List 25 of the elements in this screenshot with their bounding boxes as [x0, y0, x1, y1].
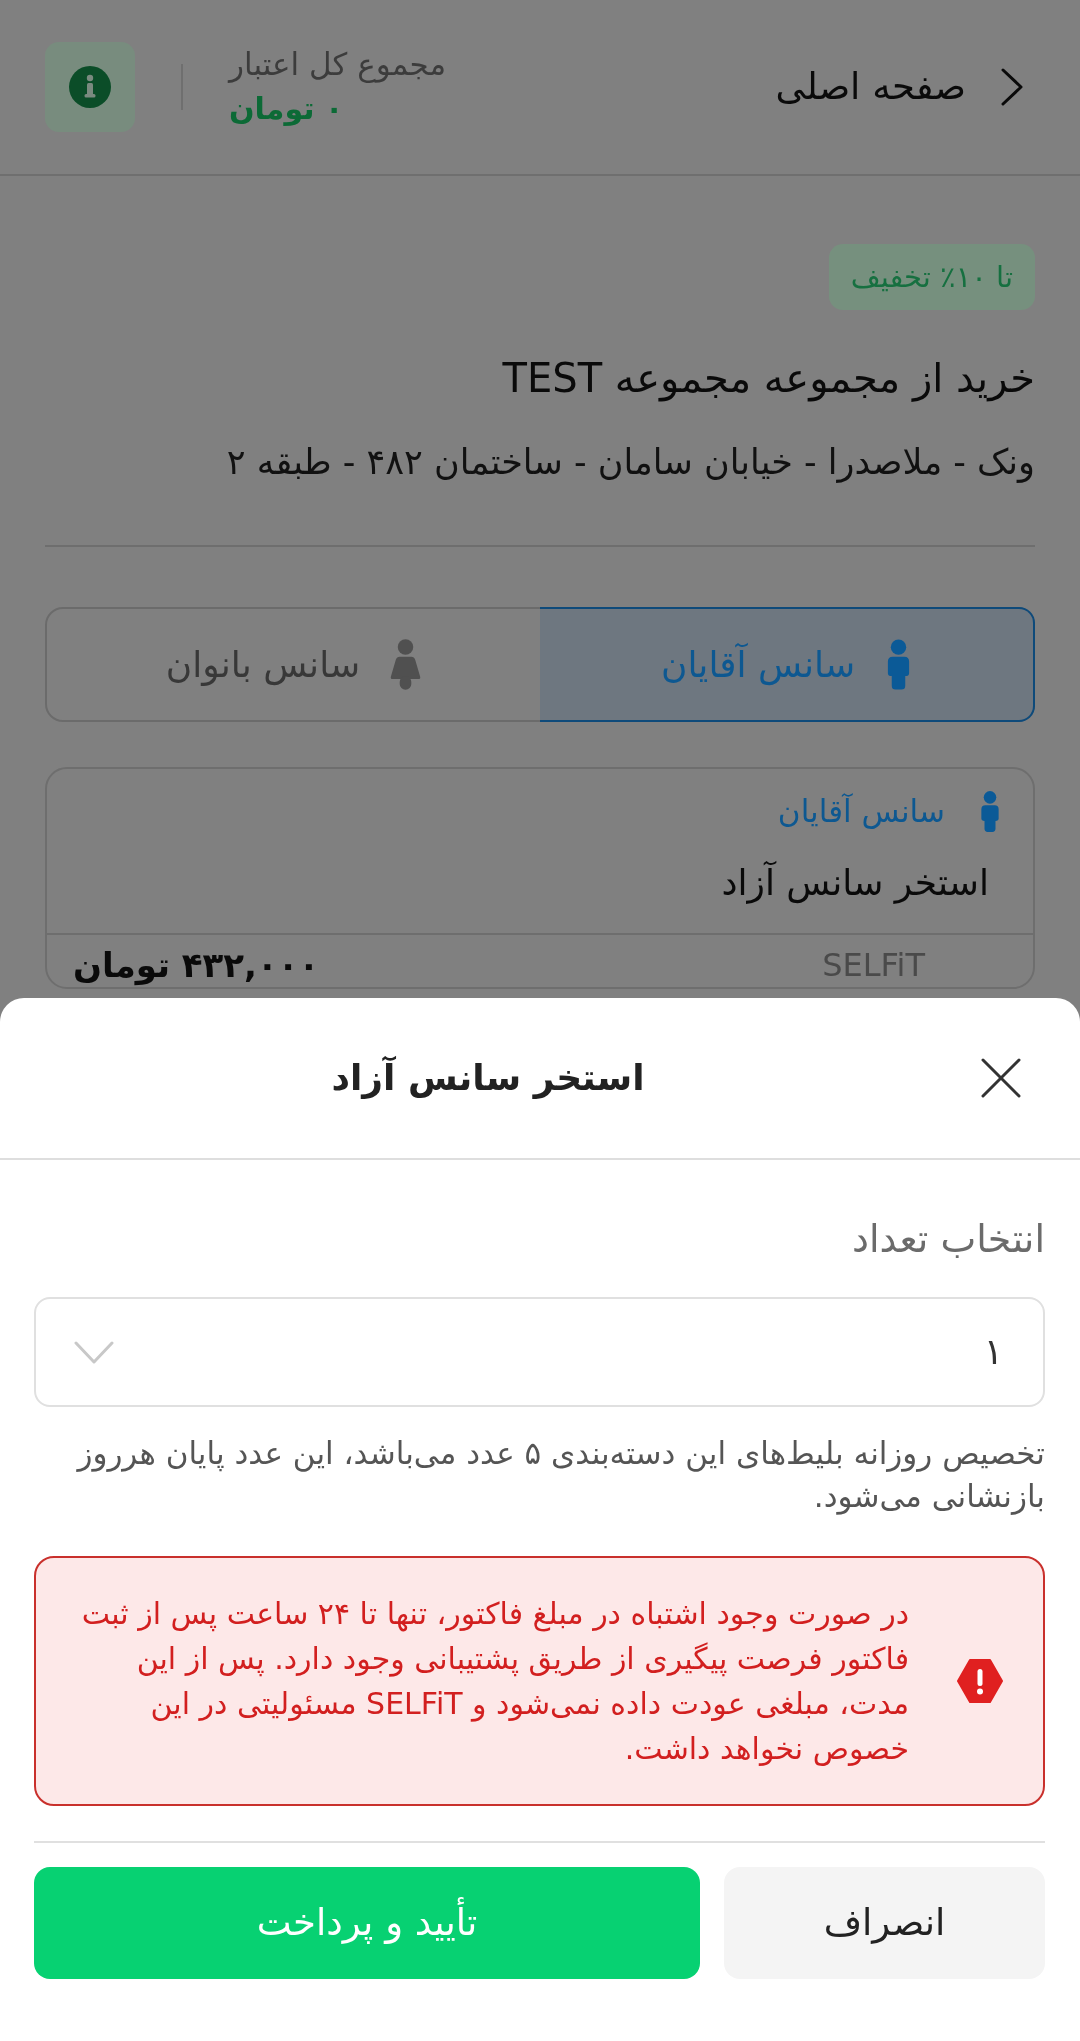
price-text: ۴۳۲,۰۰۰ تومان	[73, 944, 320, 987]
woman-icon	[390, 639, 422, 690]
venue-address: ونک - ملاصدرا - خیابان سامان - ساختمان ۴۸۲ - طبقه ۲	[225, 441, 1035, 485]
warning-icon	[957, 1658, 1003, 1704]
close-button[interactable]	[981, 1058, 1021, 1098]
cancel-button[interactable]: انصراف	[724, 1867, 1045, 1979]
ticket-name: استخر سانس آزاد	[720, 860, 990, 906]
chevron-down-icon	[74, 1339, 114, 1365]
session-tab[interactable]: سانس بانوان	[47, 609, 540, 720]
helper-text: تخصیص روزانه بلیط‌های این دسته‌بندی ۵ عدد می‌باشد، این عدد پایان هرروز بازنشانی می‌شود.	[75, 1434, 1045, 1517]
info-icon	[69, 66, 111, 108]
info-button[interactable]	[45, 42, 135, 132]
quantity-select[interactable]: ۱	[34, 1297, 1045, 1407]
chevron-right-icon	[1000, 67, 1024, 107]
credit-amount: ۰ تومان	[229, 90, 344, 128]
field-label: انتخاب تعداد	[852, 1217, 1045, 1262]
sheet-title: استخر سانس آزاد	[330, 1055, 646, 1101]
close-icon	[981, 1058, 1021, 1098]
credit-label: مجموع کل اعتبار	[229, 45, 447, 85]
man-icon	[979, 790, 1001, 832]
discount-badge: تا ۱۰٪ تخفیف	[828, 244, 1035, 310]
venue-title: خرید از مجموعه مجموعه TEST	[501, 354, 1035, 404]
alert-text: در صورت وجود اشتباه در مبلغ فاکتور، تنها تا ۲۴ ساعت پس از ثبت فاکتور فرصت پیگیری از طریق پشتیبانی وجود دارد. پس از این مدت، مبلغی عودت داده نمی‌شود و SELFiT مسئولیتی در این خصوص نخواهد داشت.	[80, 1595, 909, 1768]
session-label: سانس آقایان	[777, 792, 945, 831]
back-link[interactable]: صفحه اصلی	[775, 61, 1024, 113]
